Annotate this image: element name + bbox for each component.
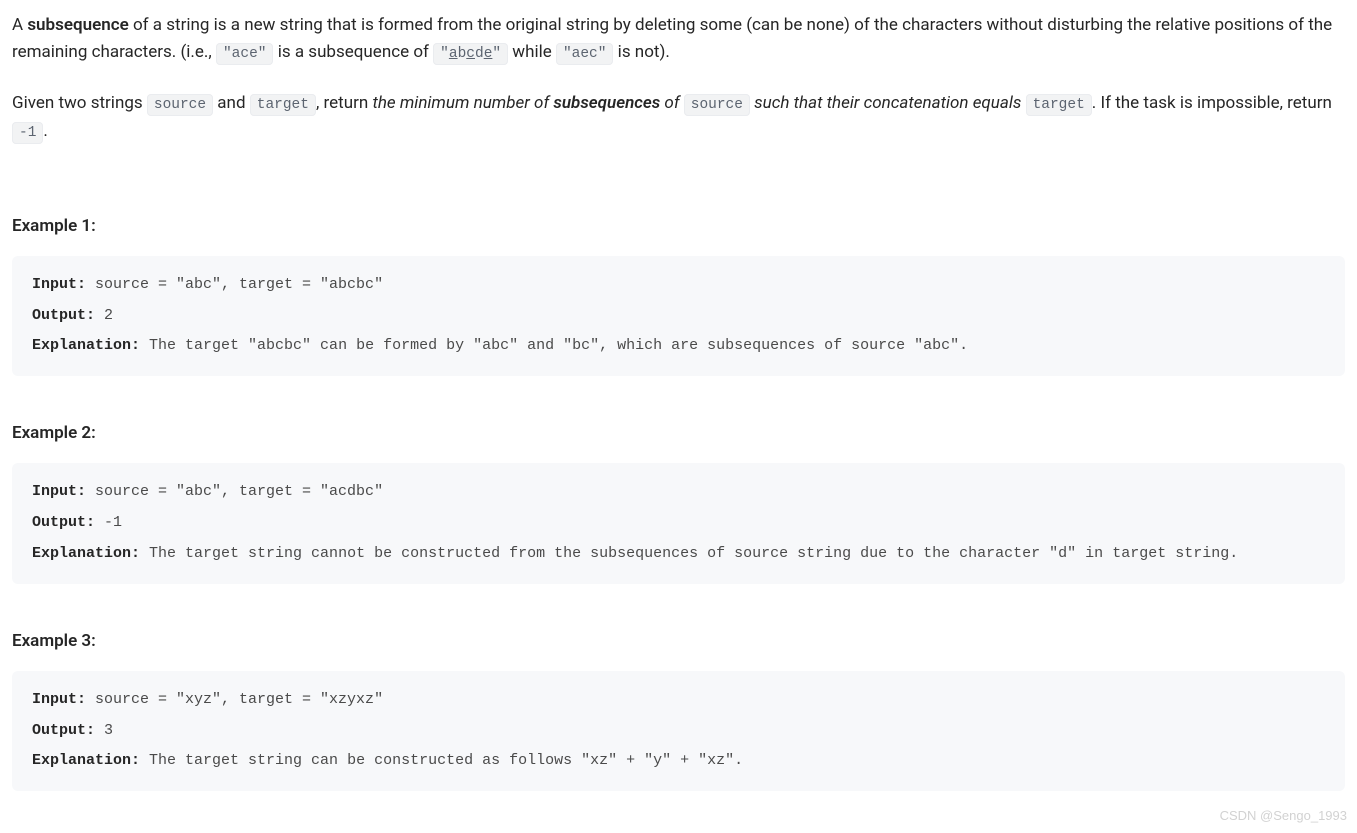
- text: . If the task is impossible, return: [1092, 93, 1332, 113]
- example-input: source = "abc", target = "acdbc": [86, 483, 383, 500]
- label-output: Output:: [32, 514, 95, 531]
- italic-text: the minimum number of: [372, 93, 553, 113]
- label-input: Input:: [32, 691, 86, 708]
- italic-text: such that their concatenation equals: [750, 93, 1026, 113]
- text: while: [508, 42, 556, 62]
- example-output: -1: [95, 514, 122, 531]
- bold-italic-text: subsequences: [553, 93, 660, 113]
- example-output: 3: [95, 722, 113, 739]
- code-literal: source: [147, 94, 213, 116]
- example-input: source = "abc", target = "abcbc": [86, 276, 383, 293]
- code-literal: "abcde": [433, 43, 508, 65]
- example-explanation: The target "abcbc" can be formed by "abc…: [140, 337, 968, 354]
- example-heading: Example 3:: [12, 628, 1345, 655]
- code-literal: source: [684, 94, 750, 116]
- text: and: [213, 93, 250, 113]
- example-block: Input: source = "xyz", target = "xzyxz" …: [12, 671, 1345, 791]
- label-explanation: Explanation:: [32, 752, 140, 769]
- example-heading: Example 2:: [12, 420, 1345, 447]
- paragraph-task: Given two strings source and target, ret…: [12, 90, 1345, 144]
- text: A: [12, 15, 27, 35]
- text: Given two strings: [12, 93, 147, 113]
- text: , return: [316, 93, 372, 113]
- label-input: Input:: [32, 483, 86, 500]
- example-heading: Example 1:: [12, 213, 1345, 240]
- example-block: Input: source = "abc", target = "acdbc" …: [12, 463, 1345, 583]
- text: is not).: [613, 42, 669, 62]
- example-block: Input: source = "abc", target = "abcbc" …: [12, 256, 1345, 376]
- label-input: Input:: [32, 276, 86, 293]
- italic-text: of: [660, 93, 684, 113]
- example-explanation: The target string can be constructed as …: [140, 752, 743, 769]
- code-literal: target: [1026, 94, 1092, 116]
- bold-text: subsequence: [27, 15, 128, 35]
- code-literal: target: [250, 94, 316, 116]
- label-output: Output:: [32, 722, 95, 739]
- label-explanation: Explanation:: [32, 545, 140, 562]
- text: .: [43, 121, 47, 141]
- watermark: CSDN @Sengo_1993: [1220, 806, 1347, 827]
- text: is a subsequence of: [273, 42, 433, 62]
- label-output: Output:: [32, 307, 95, 324]
- text: of a string is a new string that is form…: [12, 15, 1332, 62]
- problem-description: A subsequence of a string is a new strin…: [12, 12, 1345, 791]
- example-explanation: The target string cannot be constructed …: [140, 545, 1238, 562]
- example-output: 2: [95, 307, 113, 324]
- example-input: source = "xyz", target = "xzyxz": [86, 691, 383, 708]
- code-literal: "aec": [556, 43, 614, 65]
- code-literal: "ace": [216, 43, 274, 65]
- code-literal: -1: [12, 122, 43, 144]
- paragraph-definition: A subsequence of a string is a new strin…: [12, 12, 1345, 66]
- label-explanation: Explanation:: [32, 337, 140, 354]
